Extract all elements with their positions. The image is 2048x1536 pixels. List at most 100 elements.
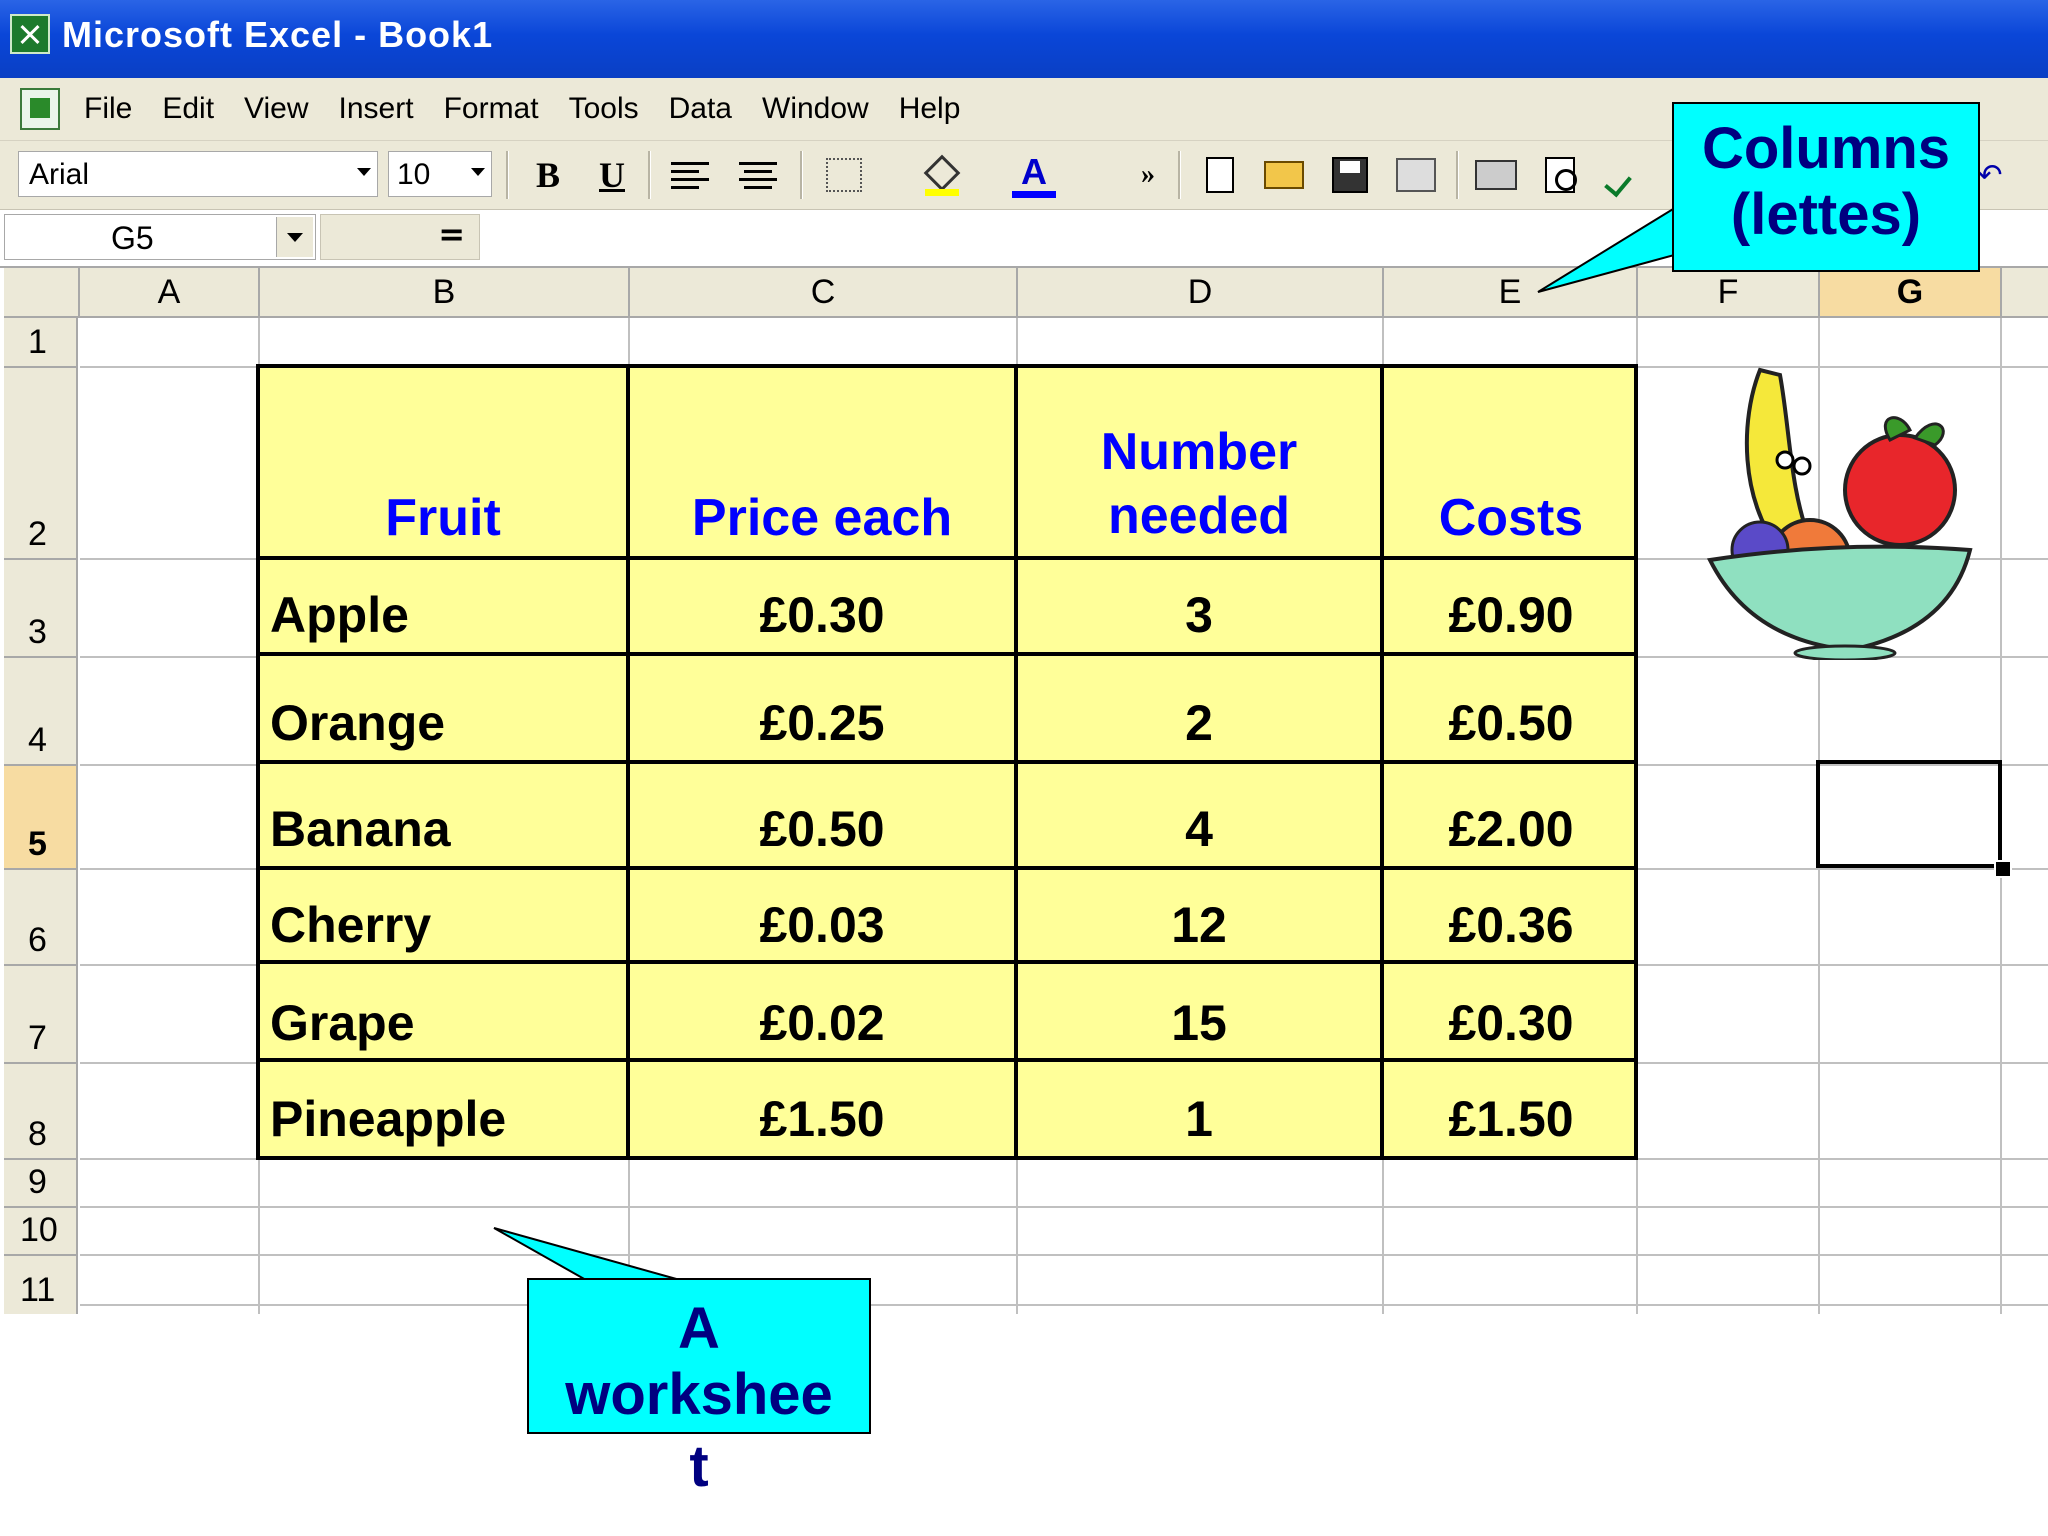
- cell-price[interactable]: £0.30: [630, 586, 1014, 644]
- open-button[interactable]: [1262, 153, 1306, 197]
- cell-fruit[interactable]: Grape: [270, 994, 415, 1052]
- cell-price[interactable]: £0.25: [630, 694, 1014, 752]
- row-header-1[interactable]: 1: [4, 318, 78, 368]
- cell-price[interactable]: £1.50: [630, 1090, 1014, 1148]
- header-costs[interactable]: Costs: [1384, 486, 1638, 550]
- cell-number[interactable]: 3: [1018, 586, 1380, 644]
- menu-help[interactable]: Help: [899, 92, 961, 126]
- header-price-each[interactable]: Price each: [630, 486, 1014, 550]
- align-left-button[interactable]: [668, 153, 712, 197]
- cell-cost[interactable]: £0.50: [1384, 694, 1638, 752]
- align-center-button[interactable]: [736, 153, 780, 197]
- bold-button[interactable]: B: [526, 153, 570, 197]
- print-preview-button[interactable]: [1538, 153, 1582, 197]
- row-header-4[interactable]: 4: [4, 658, 78, 766]
- spelling-button[interactable]: [1604, 153, 1648, 198]
- table-border: [256, 556, 1638, 560]
- select-all-corner[interactable]: [4, 268, 80, 318]
- font-name-value: Arial: [29, 158, 90, 191]
- column-header-g[interactable]: G: [1820, 268, 2002, 318]
- workbook-icon[interactable]: [20, 88, 60, 130]
- menu-format[interactable]: Format: [444, 92, 539, 126]
- cell-number[interactable]: 12: [1018, 896, 1380, 954]
- cell-cost[interactable]: £0.30: [1384, 994, 1638, 1052]
- menu-data[interactable]: Data: [669, 92, 732, 126]
- cell-price[interactable]: £0.02: [630, 994, 1014, 1052]
- cell-fruit[interactable]: Orange: [270, 694, 445, 752]
- cell-fruit[interactable]: Banana: [270, 800, 451, 858]
- underline-button[interactable]: U: [590, 153, 634, 197]
- menu-window[interactable]: Window: [762, 92, 869, 126]
- row-header-5[interactable]: 5: [4, 766, 78, 870]
- row-header-11[interactable]: 11: [4, 1256, 78, 1314]
- row-header-8[interactable]: 8: [4, 1064, 78, 1160]
- header-fruit[interactable]: Fruit: [260, 486, 626, 550]
- row-header-3[interactable]: 3: [4, 560, 78, 658]
- column-header-d[interactable]: D: [1018, 268, 1384, 318]
- table-border: [256, 652, 1638, 656]
- permission-icon: [1396, 158, 1436, 192]
- font-name-select[interactable]: Arial: [18, 151, 378, 197]
- print-button[interactable]: [1474, 153, 1518, 197]
- save-button[interactable]: [1328, 153, 1372, 197]
- cell-number[interactable]: 1: [1018, 1090, 1380, 1148]
- new-button[interactable]: [1198, 153, 1242, 197]
- row-header-9[interactable]: 9: [4, 1160, 78, 1208]
- gridline: [80, 1304, 2048, 1306]
- toolbar-separator: [648, 151, 651, 199]
- formula-equals-button[interactable]: =: [320, 214, 480, 260]
- active-cell-g5[interactable]: [1816, 760, 2002, 868]
- window-title: Microsoft Excel - Book1: [62, 14, 494, 55]
- cell-cost[interactable]: £2.00: [1384, 800, 1638, 858]
- print-preview-icon: [1545, 157, 1577, 193]
- cell-number[interactable]: 15: [1018, 994, 1380, 1052]
- column-header-b[interactable]: B: [260, 268, 630, 318]
- cell-cost[interactable]: £1.50: [1384, 1090, 1638, 1148]
- new-document-icon: [1206, 157, 1234, 193]
- row-header-7[interactable]: 7: [4, 966, 78, 1064]
- menu-view[interactable]: View: [244, 92, 308, 126]
- chevron-down-icon[interactable]: [276, 217, 313, 257]
- toolbar-overflow-button[interactable]: »: [1126, 153, 1170, 197]
- font-size-select[interactable]: 10: [388, 151, 492, 197]
- excel-app-icon[interactable]: [10, 14, 50, 54]
- permission-button[interactable]: [1394, 153, 1438, 197]
- column-header-c[interactable]: C: [630, 268, 1018, 318]
- fruit-bowl-clipart[interactable]: [1700, 360, 1980, 660]
- menu-file[interactable]: File: [84, 92, 132, 126]
- cell-price[interactable]: £0.03: [630, 896, 1014, 954]
- fill-handle[interactable]: [1994, 860, 2012, 878]
- align-center-icon: [739, 161, 777, 189]
- bowl-icon: [1706, 544, 1973, 660]
- cell-number[interactable]: 4: [1018, 800, 1380, 858]
- chevron-down-icon[interactable]: [471, 168, 485, 176]
- chevron-down-icon[interactable]: [357, 168, 371, 176]
- column-header-h[interactable]: [2002, 268, 2048, 318]
- cell-fruit[interactable]: Apple: [270, 586, 409, 644]
- cell-cost[interactable]: £0.90: [1384, 586, 1638, 644]
- row-header-2[interactable]: 2: [4, 368, 78, 560]
- row-header-10[interactable]: 10: [4, 1208, 78, 1256]
- header-number-needed[interactable]: Number needed: [1018, 420, 1380, 548]
- name-box[interactable]: G5: [4, 214, 316, 260]
- cell-cost[interactable]: £0.36: [1384, 896, 1638, 954]
- cell-price[interactable]: £0.50: [630, 800, 1014, 858]
- fill-color-button[interactable]: [920, 153, 964, 197]
- gridline: [80, 1206, 2048, 1208]
- cell-fruit[interactable]: Cherry: [270, 896, 431, 954]
- title-bar: Microsoft Excel - Book1: [0, 0, 2048, 78]
- cell-number[interactable]: 2: [1018, 694, 1380, 752]
- column-header-a[interactable]: A: [80, 268, 260, 318]
- menu-insert[interactable]: Insert: [339, 92, 414, 126]
- borders-button[interactable]: [822, 153, 866, 197]
- toolbar-separator: [1456, 151, 1459, 199]
- row-header-6[interactable]: 6: [4, 870, 78, 966]
- cell-fruit[interactable]: Pineapple: [270, 1090, 506, 1148]
- menu-tools[interactable]: Tools: [569, 92, 639, 126]
- font-color-button[interactable]: A: [1012, 151, 1056, 198]
- toolbar-separator: [800, 151, 803, 199]
- toolbar-separator: [506, 151, 509, 199]
- worksheet-callout-line2: workshee: [565, 1362, 833, 1427]
- slide-background: [0, 1314, 2048, 1536]
- menu-edit[interactable]: Edit: [162, 92, 214, 126]
